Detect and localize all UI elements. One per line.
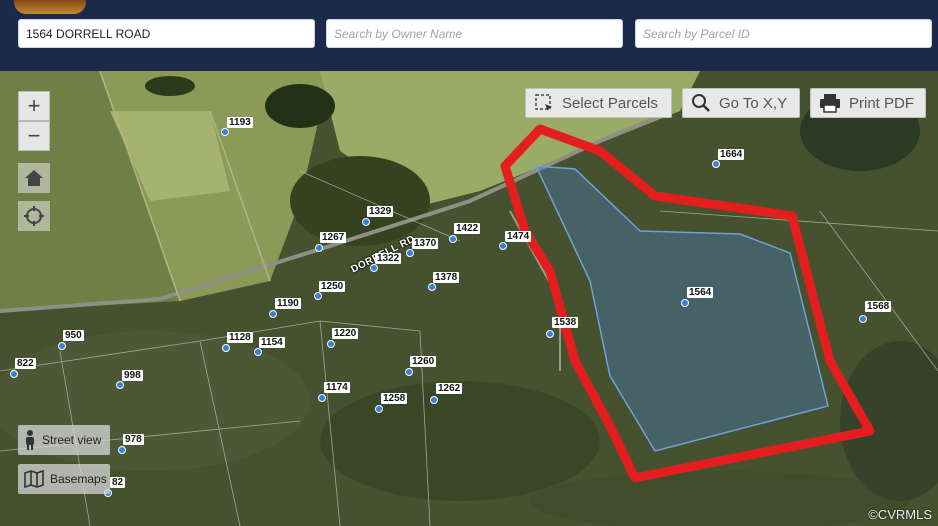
parcel-label[interactable]: 950 (63, 330, 84, 341)
map-icon (24, 470, 44, 488)
select-parcels-label: Select Parcels (562, 94, 658, 112)
parcel-label[interactable]: 82 (110, 477, 126, 488)
zoom-out-button[interactable]: − (18, 121, 50, 151)
locate-button[interactable] (18, 201, 50, 231)
parcel-label[interactable]: 1174 (324, 382, 350, 393)
basemaps-label: Basemaps (50, 472, 107, 486)
parcel-label[interactable]: 1538 (552, 317, 579, 328)
parcel-label[interactable]: 1220 (332, 328, 359, 339)
address-search-input[interactable] (18, 19, 315, 48)
parcel-label[interactable]: 1664 (718, 149, 745, 160)
parcel-label[interactable]: 1128 (227, 332, 253, 343)
goto-xy-label: Go To X,Y (719, 94, 788, 112)
parcel-label[interactable]: 1193 (227, 117, 253, 128)
parcel-label[interactable]: 1329 (367, 206, 394, 217)
parcel-label[interactable]: 1250 (319, 281, 346, 292)
parcel-label[interactable]: 1190 (275, 298, 301, 309)
home-icon (25, 170, 43, 186)
pegman-icon (24, 430, 36, 450)
parcel-label[interactable]: 1258 (381, 393, 408, 404)
street-view-label: Street view (42, 433, 102, 447)
print-pdf-label: Print PDF (849, 94, 915, 112)
copyright-text: ©CVRMLS (868, 507, 932, 522)
parcel-label[interactable]: 822 (15, 358, 36, 369)
street-view-button[interactable]: Street view (18, 425, 110, 455)
zoom-in-button[interactable]: + (18, 91, 50, 121)
site-logo (14, 0, 86, 14)
parcel-label[interactable]: 978 (123, 434, 144, 445)
print-pdf-button[interactable]: Print PDF (810, 88, 926, 118)
parcel-label[interactable]: 1564 (687, 287, 714, 298)
parcel-label[interactable]: 1422 (454, 223, 481, 234)
select-parcels-button[interactable]: Select Parcels (525, 88, 672, 118)
zoom-to-icon (691, 93, 711, 113)
parcel-label[interactable]: 1262 (436, 383, 463, 394)
parcel-id-search-input[interactable] (635, 19, 932, 48)
parcel-label[interactable]: 1378 (433, 272, 460, 283)
printer-icon (819, 93, 841, 113)
parcel-label[interactable]: 1322 (375, 253, 402, 264)
select-area-icon (534, 93, 554, 113)
map-view[interactable]: + − Select Parcels Go To X,Y Print PDF D… (0, 71, 938, 526)
parcel-label[interactable]: 1474 (505, 231, 532, 242)
parcel-label[interactable]: 1267 (320, 232, 347, 243)
header-bar (0, 0, 938, 71)
parcel-label[interactable]: 1370 (412, 238, 439, 249)
goto-xy-button[interactable]: Go To X,Y (682, 88, 800, 118)
parcel-label[interactable]: 1568 (865, 301, 892, 312)
parcel-label[interactable]: 1154 (259, 337, 285, 348)
home-button[interactable] (18, 163, 50, 193)
crosshair-icon (24, 206, 44, 226)
parcel-label[interactable]: 1260 (410, 356, 437, 367)
parcel-label[interactable]: 998 (122, 370, 143, 381)
basemaps-button[interactable]: Basemaps (18, 464, 110, 494)
satellite-imagery (0, 71, 938, 526)
owner-search-input[interactable] (326, 19, 623, 48)
